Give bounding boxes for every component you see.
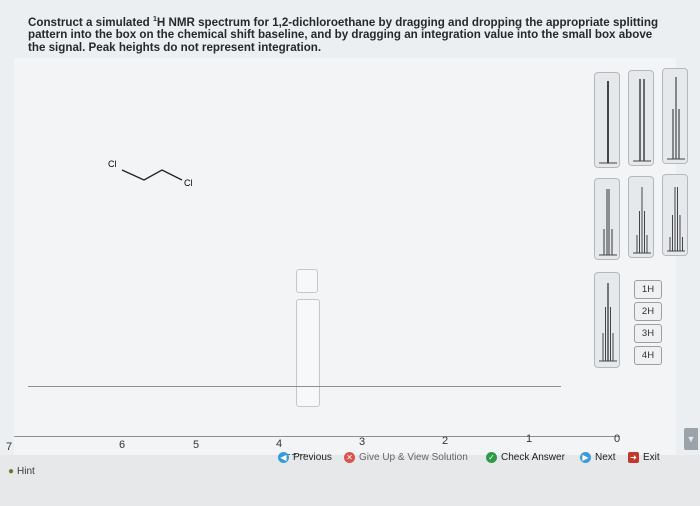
arrow-right-icon: ▶ <box>580 452 591 463</box>
give-up-button[interactable]: ✕ Give Up & View Solution <box>344 452 468 463</box>
next-label: Next <box>595 452 616 463</box>
axis-tick-1: 1 <box>526 433 533 445</box>
chlorine-label: Cl <box>184 178 193 188</box>
integration-value-2h[interactable]: 2H <box>634 302 662 321</box>
splitting-pattern-triplet[interactable] <box>662 68 688 164</box>
integration-value-1h[interactable]: 1H <box>634 280 662 299</box>
axis-tick-0: 0 <box>614 433 621 445</box>
axis-tick-3: 3 <box>359 436 366 448</box>
side-scroll-tab[interactable]: ▼ <box>684 428 698 450</box>
splitting-drop-box[interactable] <box>296 299 320 407</box>
exit-button[interactable]: ➜ Exit <box>628 452 660 463</box>
molecule-structure: Cl Cl <box>108 159 193 188</box>
axis-tick-6: 6 <box>119 439 126 451</box>
axis-tick-5: 5 <box>193 439 200 451</box>
previous-label: Previous <box>293 452 332 463</box>
exit-icon: ➜ <box>628 452 639 463</box>
splitting-pattern-septet[interactable] <box>594 272 620 368</box>
previous-button[interactable]: ◀ Previous <box>278 452 332 463</box>
check-answer-label: Check Answer <box>501 452 565 463</box>
splitting-pattern-quartet[interactable] <box>594 178 620 260</box>
integration-drop-box[interactable] <box>296 269 318 293</box>
axis-tick-7: 7 <box>6 441 13 453</box>
splitting-pattern-doublet[interactable] <box>628 70 654 166</box>
question-text: Construct a simulated 1H NMR spectrum fo… <box>28 15 659 55</box>
cancel-icon: ✕ <box>344 452 355 463</box>
checkmark-icon: ✓ <box>486 452 497 463</box>
give-up-label: Give Up & View Solution <box>359 452 468 463</box>
splitting-pattern-singlet[interactable] <box>594 72 620 168</box>
hint-button[interactable]: ● Hint <box>8 466 35 477</box>
chlorine-label: Cl <box>108 159 117 169</box>
exit-label: Exit <box>643 452 660 463</box>
next-button[interactable]: ▶ Next <box>580 452 616 463</box>
integration-value-4h[interactable]: 4H <box>634 346 662 365</box>
check-answer-button[interactable]: ✓ Check Answer <box>486 452 565 463</box>
hint-label: Hint <box>17 466 35 477</box>
integration-value-3h[interactable]: 3H <box>634 324 662 343</box>
spectrum-workspace: Cl Cl 7 6 5 4 3 2 1 0 ppm 1H 2H 3H 4H <box>6 58 688 463</box>
axis-tick-4: 4 <box>276 438 283 450</box>
arrow-left-icon: ◀ <box>278 452 289 463</box>
axis-tick-2: 2 <box>442 435 449 447</box>
splitting-pattern-quintet[interactable] <box>628 176 654 258</box>
chevron-down-icon: ▼ <box>686 434 696 444</box>
lightbulb-icon: ● <box>8 466 15 477</box>
chemical-shift-baseline <box>28 386 561 387</box>
splitting-pattern-sextet[interactable] <box>662 174 688 256</box>
